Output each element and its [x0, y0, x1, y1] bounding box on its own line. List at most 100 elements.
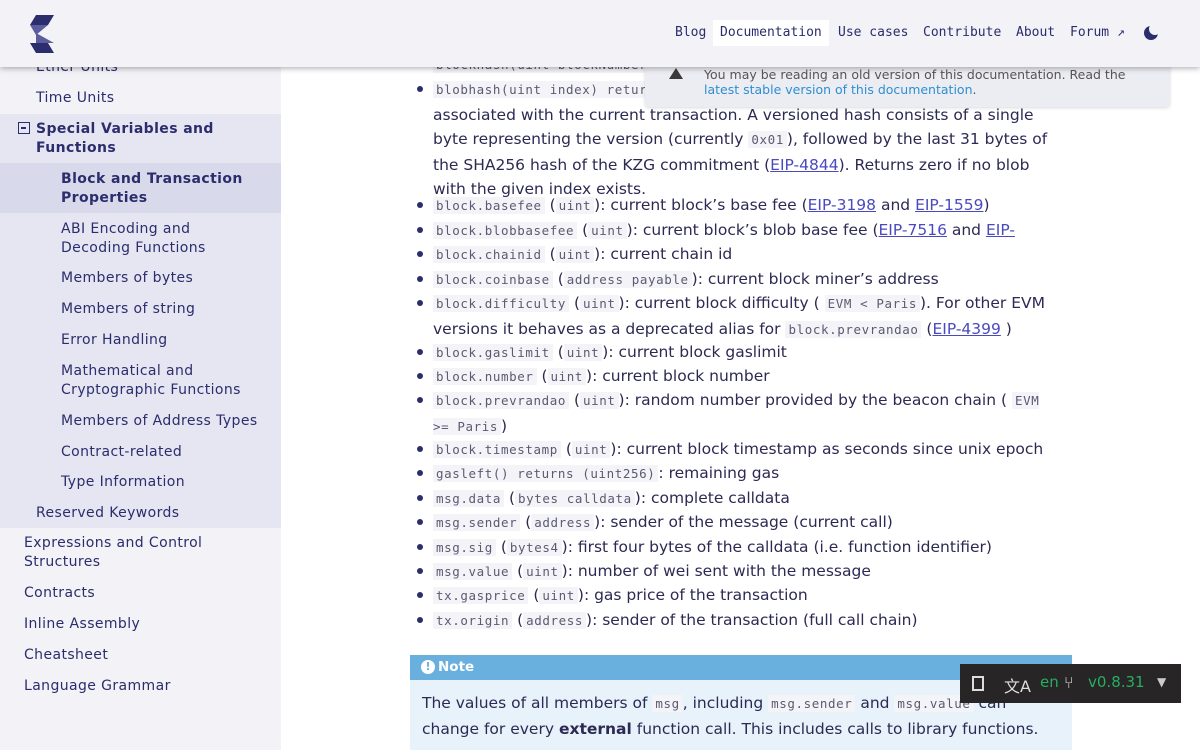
nav-contribute[interactable]: Contribute: [916, 20, 1008, 46]
nav-forum[interactable]: Forum ↗: [1063, 20, 1132, 46]
code-member: tx.gasprice: [433, 587, 529, 604]
code-member: block.difficulty: [433, 295, 570, 312]
code-member: msg.value: [433, 563, 513, 580]
link-eip[interactable]: EIP-3198: [808, 196, 876, 214]
bullet: [417, 495, 423, 501]
bullet: [417, 276, 423, 282]
code-inline: msg.sender: [768, 695, 856, 712]
code-member: block.timestamp: [433, 441, 561, 458]
desc-text: sender of the transaction (full call cha…: [602, 611, 918, 629]
code-type: uint: [539, 587, 578, 604]
sidebar-item-members-string[interactable]: Members of string: [61, 300, 195, 319]
code-member: block.gaslimit: [433, 344, 553, 361]
banner-suffix: .: [972, 82, 977, 97]
code-member: tx.origin: [433, 612, 513, 629]
desc-text: sender of the message (current call): [610, 513, 893, 531]
bullet: [417, 397, 423, 403]
code-member: msg.sig: [433, 539, 496, 556]
code-type: uint: [580, 392, 619, 409]
bullet: [417, 617, 423, 623]
bullet: [417, 86, 423, 92]
link-eip[interactable]: EIP-7516: [879, 221, 947, 239]
bullet: [417, 544, 423, 550]
code-inline: block.prevrandao: [785, 320, 922, 338]
link-eip[interactable]: EIP-1559: [915, 196, 983, 214]
nav-documentation[interactable]: Documentation: [713, 20, 829, 46]
code-type: bytes calldata: [515, 490, 635, 507]
sidebar-nav: Ether Units Time Units Special Variables…: [0, 0, 281, 750]
sidebar-item-contracts[interactable]: Contracts: [24, 584, 95, 603]
link-eip[interactable]: EIP-4399: [932, 320, 1000, 338]
note-text: function call. This includes calls to li…: [631, 719, 1039, 738]
list-item: block.coinbase (address payable): curren…: [433, 267, 1053, 293]
sidebar-item-cheatsheet[interactable]: Cheatsheet: [24, 646, 108, 665]
bullet: [417, 446, 423, 452]
note-text: The values of all members of: [422, 694, 653, 712]
git-branch-icon: ⑂: [1064, 673, 1074, 692]
banner-text: You may be reading an old version of thi…: [704, 67, 1154, 97]
sidebar-item-abi-encoding[interactable]: ABI Encoding and Decoding Functions: [61, 220, 231, 258]
code-type: uint: [563, 344, 603, 361]
bullet: [417, 349, 423, 355]
sidebar-item-special-variables[interactable]: Special Variables and Functions: [36, 120, 236, 158]
sidebar-item-math-crypto[interactable]: Mathematical and Cryptographic Functions: [61, 362, 261, 400]
bullet: [417, 592, 423, 598]
code-member: msg.data: [433, 490, 505, 507]
dark-mode-moon-icon[interactable]: [1144, 23, 1161, 40]
language-label: en: [1040, 673, 1059, 691]
desc-text: current block’s blob base fee (: [642, 221, 879, 239]
top-header: Blog Documentation Use cases Contribute …: [0, 0, 1200, 67]
latest-version-link[interactable]: latest stable version of this documentat…: [704, 82, 973, 97]
list-item: gasleft() returns (uint256): remaining g…: [433, 461, 1053, 487]
bullet: [417, 251, 423, 257]
translate-icon: 文A: [1004, 677, 1031, 696]
code-inline: msg: [652, 695, 683, 712]
warning-icon: [669, 68, 683, 79]
nav-use-cases[interactable]: Use cases: [831, 20, 915, 46]
sidebar-item-inline-assembly[interactable]: Inline Assembly: [24, 615, 140, 634]
desc-text: gas price of the transaction: [594, 586, 808, 604]
version-label: v0.8.31: [1088, 673, 1145, 691]
code-type: uint: [555, 246, 595, 263]
desc-text: current block’s base fee (: [610, 196, 808, 214]
list-item: block.difficulty (uint): current block d…: [433, 294, 1045, 338]
link-eip[interactable]: EIP-4844: [770, 156, 838, 174]
sidebar-item-type-information[interactable]: Type Information: [61, 473, 185, 492]
desc-text: current chain id: [610, 245, 733, 263]
list-item: block.basefee (uint): current block’s ba…: [433, 193, 1053, 219]
code-inline: EVM < Paris: [824, 295, 920, 312]
version-badge[interactable]: 文A en ⑂ v0.8.31 ▼: [960, 664, 1181, 703]
code-type: uint: [580, 295, 619, 312]
code-member: block.coinbase: [433, 271, 553, 288]
solidity-logo-icon[interactable]: [30, 15, 54, 53]
sidebar-item-reserved-keywords[interactable]: Reserved Keywords: [36, 504, 180, 523]
code-member: block.prevrandao: [433, 392, 570, 409]
sidebar-item-block-transaction[interactable]: Block and Transaction Properties: [61, 170, 251, 208]
desc-text: current block number: [602, 367, 770, 385]
bullet: [417, 300, 423, 306]
collapse-toggle-icon[interactable]: [18, 122, 30, 134]
sidebar-item-error-handling[interactable]: Error Handling: [61, 331, 168, 350]
code-type: uint: [588, 222, 627, 239]
list-item: msg.data (bytes calldata): complete call…: [433, 486, 1053, 512]
info-icon: !: [421, 660, 435, 674]
sidebar-item-time-units[interactable]: Time Units: [36, 89, 115, 108]
list-item: block.prevrandao (uint): random number p…: [433, 391, 1040, 435]
bullet: [417, 202, 423, 208]
sidebar-item-contract-related[interactable]: Contract-related: [61, 443, 182, 462]
sidebar-item-members-bytes[interactable]: Members of bytes: [61, 269, 193, 288]
sidebar-item-language-grammar[interactable]: Language Grammar: [24, 677, 171, 696]
list-item: tx.origin (address): sender of the trans…: [433, 608, 1053, 634]
list-item: tx.gasprice (uint): gas price of the tra…: [433, 583, 1053, 609]
sidebar-item-expressions[interactable]: Expressions and Control Structures: [24, 534, 224, 572]
code-type: bytes4: [506, 539, 562, 556]
code-inline: 0x01: [748, 131, 787, 148]
nav-blog[interactable]: Blog: [668, 20, 713, 46]
code-member: gasleft() returns (uint256): [433, 465, 659, 482]
nav-about[interactable]: About: [1009, 20, 1062, 46]
sidebar-item-address-types[interactable]: Members of Address Types: [61, 412, 258, 431]
bullet: [417, 470, 423, 476]
code-type: uint: [555, 197, 595, 214]
bullet: [417, 227, 423, 233]
desc-text: complete calldata: [650, 489, 790, 507]
